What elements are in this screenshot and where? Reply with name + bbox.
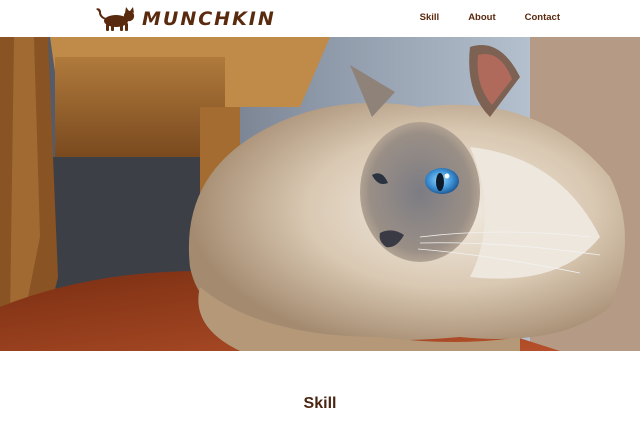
hero-image [0,37,640,351]
main-nav: Skill About Contact [391,12,560,23]
cat-photo [0,37,640,351]
logo[interactable]: MUNCHKIN [94,6,276,32]
nav-link-contact[interactable]: Contact [525,12,560,23]
nav-link-skill[interactable]: Skill [420,12,440,23]
nav-link-about[interactable]: About [468,12,495,23]
brand-name: MUNCHKIN [142,8,276,30]
cat-silhouette-icon [94,6,136,32]
site-header: MUNCHKIN Skill About Contact [0,0,640,38]
skill-section-title: Skill [303,395,337,412]
